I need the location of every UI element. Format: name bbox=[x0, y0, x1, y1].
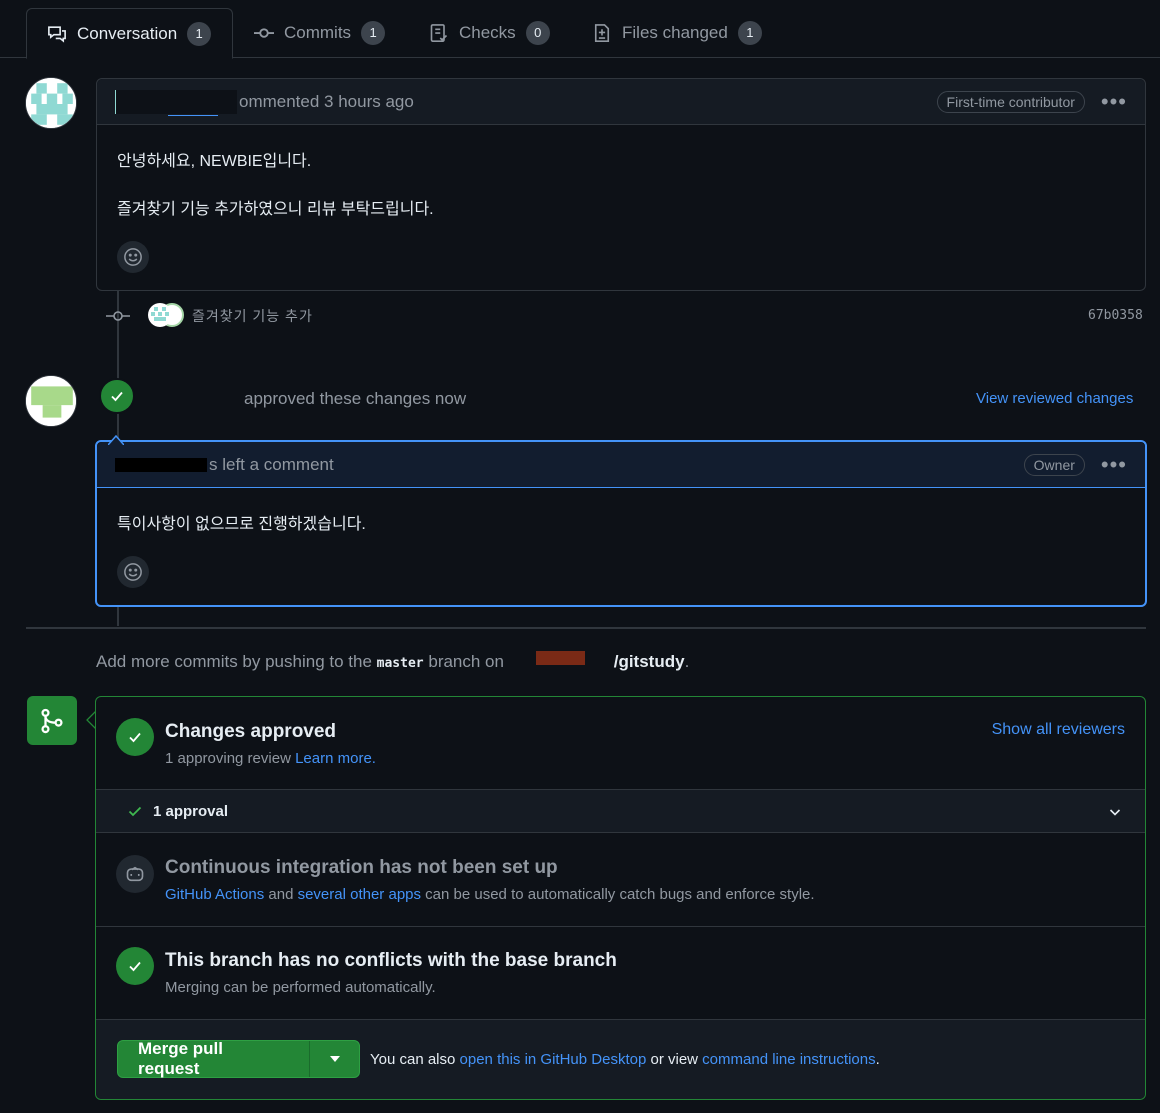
avatar[interactable] bbox=[25, 77, 77, 129]
redacted-username bbox=[115, 89, 237, 116]
merge-box: Changes approved 1 approving review Lear… bbox=[95, 696, 1146, 1100]
identicon-avatar bbox=[26, 78, 76, 128]
tab-counter: 1 bbox=[361, 21, 386, 45]
approving-review-text: 1 approving review bbox=[165, 750, 291, 767]
redacted-repo-owner bbox=[509, 650, 614, 670]
ci-text: can be used to automatically catch bugs … bbox=[425, 886, 815, 903]
comment-meta: s left a comment bbox=[209, 454, 334, 474]
comment-body: 안녕하세요, NEWBIE입니다. 즐겨찾기 기능 추가하였으니 리뷰 부탁드립… bbox=[97, 125, 1145, 295]
merge-action-row: Merge pull request You can also open thi… bbox=[96, 1020, 1145, 1099]
owner-badge: Owner bbox=[1023, 454, 1085, 476]
comment-box: ommented 3 hours ago First-time contribu… bbox=[96, 78, 1146, 291]
merge-status-subtitle: 1 approving review Learn more. bbox=[165, 750, 376, 767]
merge-options-dropdown[interactable] bbox=[309, 1041, 359, 1077]
comment-header: s left a comment Owner ••• bbox=[97, 442, 1145, 488]
show-all-reviewers-link[interactable]: Show all reviewers bbox=[992, 721, 1125, 739]
commit-sha-link[interactable]: 67b0358 bbox=[1088, 308, 1143, 323]
check-circle-icon bbox=[116, 947, 154, 985]
command-line-instructions-link[interactable]: command line instructions bbox=[702, 1051, 875, 1068]
add-reaction-button[interactable] bbox=[117, 556, 149, 588]
alt-text: . bbox=[875, 1051, 880, 1068]
tab-counter: 1 bbox=[737, 21, 762, 45]
tab-label: Files changed bbox=[622, 23, 728, 42]
comment-line: 안녕하세요, NEWBIE입니다. bbox=[117, 153, 312, 170]
identicon-avatar bbox=[26, 376, 76, 426]
push-hint-text: Add more commits by pushing to the bbox=[96, 652, 372, 671]
github-actions-link[interactable]: GitHub Actions bbox=[165, 886, 264, 903]
ci-title: Continuous integration has not been set … bbox=[165, 857, 558, 878]
tab-files-changed[interactable]: Files changed 1 bbox=[572, 8, 782, 58]
review-action-text: approved these changes now bbox=[244, 389, 467, 408]
ci-text: and bbox=[268, 886, 294, 903]
pr-tab-bar: Conversation 1 Commits 1 Checks 0 Files … bbox=[0, 0, 1160, 59]
redacted-username bbox=[115, 457, 207, 472]
git-commit-icon bbox=[106, 306, 130, 326]
comment-caret bbox=[107, 432, 125, 446]
approval-summary-row[interactable]: 1 approval bbox=[96, 789, 1145, 833]
smiley-icon bbox=[124, 248, 142, 266]
git-merge-icon bbox=[27, 696, 77, 745]
comment-header: ommented 3 hours ago First-time contribu… bbox=[97, 79, 1145, 125]
comment-meta: ommented 3 hours ago bbox=[239, 91, 414, 111]
more-options-icon[interactable]: ••• bbox=[1101, 454, 1127, 476]
changes-approved-section: Changes approved 1 approving review Lear… bbox=[96, 697, 1145, 789]
comment-body: 특이사항이 없으므로 진행하겠습니다. bbox=[97, 488, 1145, 610]
timeline-divider bbox=[26, 627, 1146, 629]
git-commit-icon bbox=[254, 28, 274, 38]
commit-authors-avatars[interactable] bbox=[147, 302, 187, 328]
checklist-icon bbox=[430, 24, 448, 42]
view-reviewed-changes-link[interactable]: View reviewed changes bbox=[976, 390, 1133, 407]
alt-text: You can also bbox=[370, 1051, 456, 1068]
check-icon bbox=[128, 806, 142, 817]
add-reaction-button[interactable] bbox=[117, 241, 149, 273]
alt-text: or view bbox=[650, 1051, 698, 1068]
merge-status-title: Changes approved bbox=[165, 721, 337, 742]
comment-discussion-icon bbox=[48, 25, 66, 43]
smiley-icon bbox=[124, 563, 142, 581]
chevron-down-icon[interactable] bbox=[1107, 804, 1123, 820]
other-apps-link[interactable]: several other apps bbox=[298, 886, 421, 903]
approval-count: 1 approval bbox=[153, 803, 229, 820]
tab-counter: 0 bbox=[525, 21, 550, 45]
file-diff-icon bbox=[594, 24, 610, 42]
comment-line: 즐겨찾기 기능 추가하였으니 리뷰 부탁드립니다. bbox=[117, 201, 434, 218]
conflicts-subtitle: Merging can be performed automatically. bbox=[165, 979, 436, 996]
approved-check-icon bbox=[99, 378, 135, 414]
push-hint: Add more commits by pushing to the maste… bbox=[96, 650, 690, 672]
learn-more-link[interactable]: Learn more. bbox=[295, 750, 376, 767]
merge-button-label: Merge pull request bbox=[138, 1039, 224, 1078]
merge-alternatives-text: You can also open this in GitHub Desktop… bbox=[370, 1051, 880, 1068]
tab-label: Checks bbox=[459, 23, 516, 42]
tab-conversation[interactable]: Conversation 1 bbox=[26, 8, 233, 59]
push-hint-text: . bbox=[684, 652, 690, 671]
tab-commits[interactable]: Commits 1 bbox=[234, 8, 405, 58]
github-desktop-link[interactable]: open this in GitHub Desktop bbox=[460, 1051, 647, 1068]
comment-line: 특이사항이 없으므로 진행하겠습니다. bbox=[117, 516, 366, 533]
ci-subtitle: GitHub Actions and several other apps ca… bbox=[165, 886, 815, 903]
owner-comment-box: s left a comment Owner ••• 특이사항이 없으므로 진행… bbox=[95, 440, 1147, 607]
merge-pull-request-button[interactable]: Merge pull request bbox=[117, 1039, 360, 1078]
conflicts-title: This branch has no conflicts with the ba… bbox=[165, 950, 617, 971]
copilot-icon bbox=[116, 855, 154, 893]
check-circle-icon bbox=[116, 718, 154, 756]
avatar[interactable] bbox=[25, 375, 77, 427]
triangle-down-icon bbox=[329, 1056, 340, 1062]
tab-label: Conversation bbox=[77, 23, 178, 43]
more-options-icon[interactable]: ••• bbox=[1101, 91, 1127, 113]
commit-message-link[interactable]: 즐겨찾기 기능 추가 bbox=[192, 306, 313, 326]
ci-section: Continuous integration has not been set … bbox=[96, 833, 1145, 927]
tab-counter: 1 bbox=[187, 21, 212, 46]
conflicts-section: This branch has no conflicts with the ba… bbox=[96, 927, 1145, 1020]
push-hint-text: branch on bbox=[428, 652, 504, 671]
contributor-badge: First-time contributor bbox=[936, 91, 1085, 113]
tab-checks[interactable]: Checks 0 bbox=[409, 8, 570, 58]
repo-link[interactable]: /gitstudy bbox=[614, 652, 685, 671]
branch-name: master bbox=[376, 656, 424, 671]
tab-label: Commits bbox=[284, 23, 352, 42]
